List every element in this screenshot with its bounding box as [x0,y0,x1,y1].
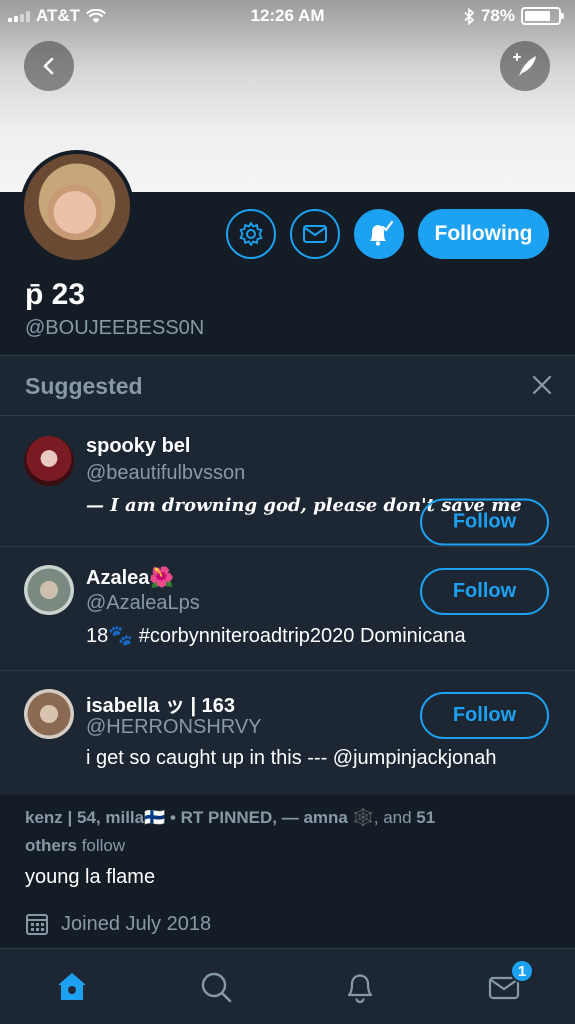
profile-avatar[interactable] [20,150,134,264]
battery-icon [521,7,564,25]
suggested-panel: Suggested spooky bel @beautifulbvsson — … [0,355,575,795]
suggested-user-row[interactable]: Azalea🌺 @AzaleaLps 18🐾 #corbynniteroadtr… [0,547,575,671]
settings-button[interactable] [226,209,276,259]
bluetooth-icon [464,7,475,25]
followers-and: , and [373,808,412,827]
suggested-header: Suggested [0,356,575,416]
suggested-user-name: spooky bel [86,435,191,457]
tab-notifications[interactable] [340,967,380,1007]
profile-bio: young la flame [25,866,156,888]
suggested-user-bio: i get so caught up in this --- @jumpinja… [86,747,497,769]
notifications-icon [347,974,373,1004]
follow-button[interactable]: Follow [420,498,549,546]
following-button[interactable]: Following [418,209,549,259]
avatar [24,565,74,615]
bell-check-icon [370,220,394,246]
joined-date: Joined July 2018 [25,912,211,936]
followers-others: others [25,836,77,855]
followers-you-know[interactable]: kenz | 54, milla🇫🇮 • RT PINNED, — amna 🕸… [25,804,555,860]
compose-tweet-button[interactable] [500,41,550,91]
back-button[interactable] [24,41,74,91]
home-icon [58,973,86,1000]
suggested-user-row[interactable]: spooky bel @beautifulbvsson — I am drown… [0,416,575,547]
notifications-toggle-button[interactable] [354,209,404,259]
tab-search[interactable] [196,967,236,1007]
avatar [24,436,74,486]
suggested-title: Suggested [25,373,143,399]
close-icon[interactable] [529,372,555,398]
gear-icon [239,222,263,246]
joined-text: Joined July 2018 [61,912,212,935]
suggested-user-handle: @beautifulbvsson [86,462,246,484]
profile-display-name: p̄ 23 [25,278,86,311]
followers-count: 51 [416,808,436,827]
suggested-user-name: isabella ッ | 163 [86,695,236,717]
follow-button[interactable]: Follow [420,568,549,615]
status-bar: AT&T 12:26 AM 78% [0,0,575,34]
battery-percent: 78% [480,6,515,25]
suggested-user-name: Azalea🌺 [86,567,175,589]
message-button[interactable] [290,209,340,259]
profile-handle: @BOUJEEBESS0N [25,317,205,339]
follow-button[interactable]: Follow [420,692,549,739]
search-icon [201,972,232,1003]
suggested-user-handle: @HERRONSHRVY [86,716,262,738]
followers-follow: follow [81,836,126,855]
avatar [24,689,74,739]
avatar-image [24,154,130,260]
messages-badge: 1 [510,959,534,983]
compose-tweet-icon [513,53,536,76]
calendar-icon [26,914,48,935]
tab-home[interactable] [52,967,92,1007]
suggested-user-bio: 18🐾 #corbynniteroadtrip2020 Dominicana [86,625,466,647]
followers-names: kenz | 54, milla🇫🇮 • RT PINNED, — amna 🕸… [25,808,374,827]
tab-bar [0,948,575,1024]
suggested-user-row[interactable]: isabella ッ | 163 @HERRONSHRVY i get so c… [0,671,575,795]
envelope-icon [303,225,327,243]
back-arrow-icon [43,57,54,75]
suggested-user-handle: @AzaleaLps [86,592,200,614]
status-right: 78% [464,6,564,26]
